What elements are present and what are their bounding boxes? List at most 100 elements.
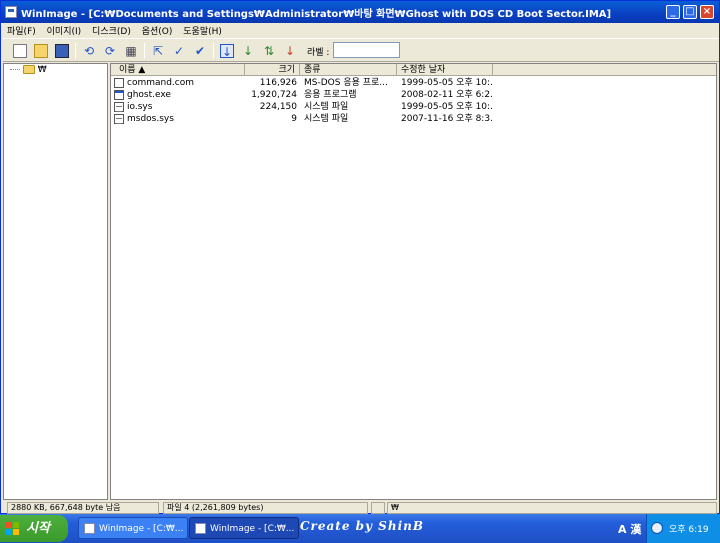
ime-indicator[interactable]: A 漢 <box>618 521 641 537</box>
tree-root-item[interactable]: ₩ <box>10 65 47 77</box>
brand-watermark: Create by ShinB <box>300 519 424 533</box>
windows-logo-icon <box>6 522 20 535</box>
file-modified: 2007-11-16 오후 8:3... <box>401 114 493 124</box>
file-size: 1,920,724 <box>251 90 297 100</box>
save-button[interactable] <box>53 42 71 60</box>
file-size: 9 <box>291 114 297 124</box>
tree-root-label: ₩ <box>37 65 47 75</box>
read-disk-icon: ⟲ <box>83 44 95 58</box>
taskbar-button-winimage-1[interactable]: WinImage - [C:₩... <box>78 517 188 539</box>
label-caption: 라벨 : <box>307 48 330 58</box>
menu-help[interactable]: 도움말(H) <box>179 23 226 38</box>
sort-type-button[interactable]: ⇅ <box>260 42 278 60</box>
open-folder-icon <box>34 44 48 58</box>
save-disk-icon <box>55 44 69 58</box>
app-icon[interactable] <box>5 6 17 18</box>
file-name: msdos.sys <box>127 114 174 124</box>
check-icon: ✔ <box>194 44 206 58</box>
exe-file-icon <box>114 90 124 100</box>
file-type: 응용 프로그램 <box>304 90 357 100</box>
toolbar: ⟲ ⟳ ▦ ⇱ ✓ ✔ ↓ ↓ ⇅ ↓ 라벨 : <box>3 38 719 62</box>
sort-name-button[interactable]: ↓ <box>218 42 236 60</box>
file-row[interactable]: msdos.sys 9 시스템 파일 2007-11-16 오후 8:3... <box>111 113 716 125</box>
winimage-window: WinImage - [C:₩Documents and Settings₩Ad… <box>0 0 720 514</box>
new-button[interactable] <box>11 42 29 60</box>
file-modified: 1999-05-05 오후 10:... <box>401 78 493 88</box>
extract-button[interactable]: ⇱ <box>149 42 167 60</box>
file-row[interactable]: io.sys 224,150 시스템 파일 1999-05-05 오후 10:.… <box>111 101 716 113</box>
file-type: 시스템 파일 <box>304 114 349 124</box>
tree-connector <box>10 69 20 70</box>
check-button[interactable]: ✔ <box>191 42 209 60</box>
sort-date-button[interactable]: ↓ <box>281 42 299 60</box>
taskbar-button-winimage-2[interactable]: WinImage - [C:₩... <box>189 517 299 539</box>
start-label: 시작 <box>26 521 50 536</box>
column-date-header[interactable]: 수정한 날자 <box>397 64 493 76</box>
status-file-count: 파일 4 (2,261,809 bytes) <box>163 502 368 514</box>
file-name: ghost.exe <box>127 90 171 100</box>
sort-date-icon: ↓ <box>284 44 296 58</box>
sort-type-icon: ⇅ <box>263 44 275 58</box>
file-modified: 2008-02-11 오후 6:2... <box>401 90 493 100</box>
inject-button[interactable]: ✓ <box>170 42 188 60</box>
winimage-app-icon <box>195 523 206 534</box>
write-disk-icon: ⟳ <box>104 44 116 58</box>
file-size: 116,926 <box>259 78 297 88</box>
system-file-icon <box>114 102 124 112</box>
clock[interactable]: 오후 6:19 <box>669 522 709 535</box>
file-name: io.sys <box>127 102 153 112</box>
write-disk-button[interactable]: ⟳ <box>101 42 119 60</box>
column-type-header[interactable]: 종류 <box>300 64 397 76</box>
folder-tree: ₩ <box>3 63 108 500</box>
menu-disk[interactable]: 디스크(D) <box>88 23 135 38</box>
menu-image[interactable]: 이미지(I) <box>43 23 86 38</box>
list-header: 이름 ▲ 크기 종류 수정한 날자 <box>111 64 716 76</box>
menu-bar: 파일(F) 이미지(I) 디스크(D) 옵션(O) 도움말(H) <box>3 23 719 37</box>
inject-icon: ✓ <box>173 44 185 58</box>
toolbar-separator <box>213 43 214 59</box>
menu-options[interactable]: 옵션(O) <box>138 23 177 38</box>
system-tray: 오후 6:19 <box>646 514 720 543</box>
volume-label-input[interactable] <box>333 42 400 58</box>
file-type: MS-DOS 응용 프로... <box>304 78 388 88</box>
file-type: 시스템 파일 <box>304 102 349 112</box>
winimage-app-icon <box>84 523 95 534</box>
task-label: WinImage - [C:₩... <box>99 524 184 534</box>
file-size: 224,150 <box>259 102 297 112</box>
format-disk-icon: ▦ <box>125 44 137 58</box>
file-icon <box>114 78 124 88</box>
new-file-icon <box>13 44 27 58</box>
maximize-button[interactable]: □ <box>683 5 697 19</box>
read-disk-button[interactable]: ⟲ <box>80 42 98 60</box>
window-title: WinImage - [C:₩Documents and Settings₩Ad… <box>21 9 612 20</box>
file-list: 이름 ▲ 크기 종류 수정한 날자 command.com 116,926 MS… <box>110 63 717 500</box>
status-free-space: 2880 KB, 667,648 byte 남음 <box>7 502 159 514</box>
file-row[interactable]: ghost.exe 1,920,724 응용 프로그램 2008-02-11 오… <box>111 89 716 101</box>
status-bar: 2880 KB, 667,648 byte 남음 파일 4 (2,261,809… <box>3 502 719 514</box>
close-button[interactable]: × <box>700 5 714 19</box>
sort-size-button[interactable]: ↓ <box>239 42 257 60</box>
file-modified: 1999-05-05 오후 10:... <box>401 102 493 112</box>
file-row[interactable]: command.com 116,926 MS-DOS 응용 프로... 1999… <box>111 77 716 89</box>
title-bar[interactable]: WinImage - [C:₩Documents and Settings₩Ad… <box>1 1 719 23</box>
tray-arrow-icon[interactable] <box>651 522 663 534</box>
extract-icon: ⇱ <box>152 44 164 58</box>
file-name: command.com <box>127 78 195 88</box>
folder-icon <box>22 65 35 74</box>
status-path: ₩ <box>387 502 717 514</box>
toolbar-separator <box>75 43 76 59</box>
minimize-button[interactable]: _ <box>666 5 680 19</box>
toolbar-separator <box>144 43 145 59</box>
format-disk-button[interactable]: ▦ <box>122 42 140 60</box>
sort-az-icon: ↓ <box>220 44 234 59</box>
menu-file[interactable]: 파일(F) <box>3 23 40 38</box>
start-button[interactable]: 시작 <box>0 515 68 542</box>
open-button[interactable] <box>32 42 50 60</box>
column-name-header[interactable]: 이름 ▲ <box>111 64 245 76</box>
sort-size-icon: ↓ <box>242 44 254 58</box>
task-label: WinImage - [C:₩... <box>210 524 295 534</box>
column-size-header[interactable]: 크기 <box>245 64 300 76</box>
status-spacer <box>371 502 385 514</box>
system-file-icon <box>114 114 124 124</box>
taskbar: 시작 WinImage - [C:₩... WinImage - [C:₩...… <box>0 514 720 543</box>
